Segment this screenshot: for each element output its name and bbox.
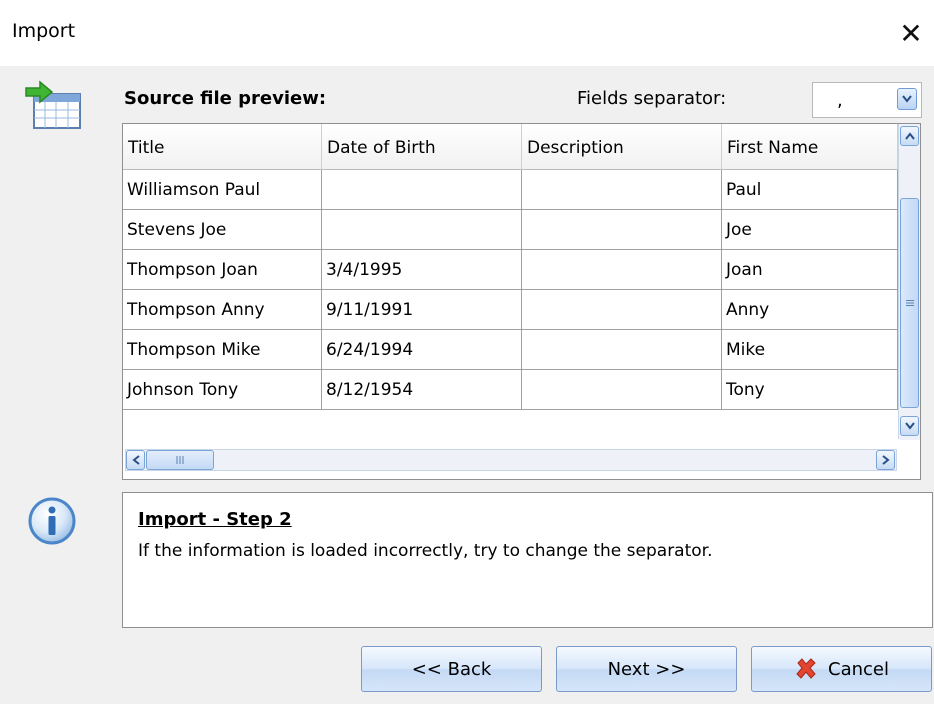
horizontal-scroll-track[interactable] [125,449,897,471]
cell-date-of-birth[interactable]: 6/24/1994 [322,330,522,370]
next-button-label: Next >> [607,658,686,680]
fields-separator-select[interactable]: , [812,82,922,118]
cell-date-of-birth[interactable]: 8/12/1954 [322,370,522,410]
cell-date-of-birth[interactable] [322,210,522,250]
table-row[interactable]: Williamson Paul Paul [123,170,898,210]
chevron-up-icon [904,132,915,140]
cancel-button-label: Cancel [828,658,889,680]
cell-first-name[interactable]: Anny [722,290,898,330]
cell-description[interactable] [522,210,722,250]
cell-date-of-birth[interactable]: 3/4/1995 [322,250,522,290]
table-row[interactable]: Thompson Joan 3/4/1995 Joan [123,250,898,290]
preview-grid[interactable]: Title Date of Birth Description First Na… [122,123,921,480]
cell-first-name[interactable]: Mike [722,330,898,370]
chevron-right-icon [881,455,890,465]
info-icon [28,497,76,545]
cell-date-of-birth[interactable] [322,170,522,210]
cancel-button[interactable]: Cancel [751,646,932,692]
scroll-up-button[interactable] [900,126,919,146]
table-row[interactable]: Stevens Joe Joe [123,210,898,250]
cell-title[interactable]: Thompson Mike [123,330,322,370]
cell-description[interactable] [522,370,722,410]
table-row[interactable]: Thompson Mike 6/24/1994 Mike [123,330,898,370]
cell-description[interactable] [522,250,722,290]
import-table-icon [25,80,81,129]
grip-icon [905,300,914,306]
cell-title[interactable]: Johnson Tony [123,370,322,410]
column-header-description[interactable]: Description [522,124,722,170]
horizontal-scroll-thumb[interactable] [146,450,214,470]
column-header-first-name[interactable]: First Name [722,124,898,170]
table-row[interactable]: Johnson Tony 8/12/1954 Tony [123,370,898,410]
close-icon: ✕ [899,16,923,50]
scroll-down-button[interactable] [900,416,919,436]
cell-first-name[interactable]: Tony [722,370,898,410]
fields-separator-label: Fields separator: [577,88,727,109]
grid-rows: Williamson Paul Paul Stevens Joe Joe Tho… [123,170,898,410]
cancel-x-icon [796,658,816,679]
title-bar: Import ✕ [0,0,934,66]
cell-first-name[interactable]: Joan [722,250,898,290]
back-button[interactable]: << Back [361,646,542,692]
scroll-left-button[interactable] [126,450,145,470]
info-title: Import - Step 2 [138,509,292,530]
chevron-left-icon [131,455,140,465]
grip-icon [176,456,184,464]
cell-first-name[interactable]: Joe [722,210,898,250]
cell-title[interactable]: Stevens Joe [123,210,322,250]
grid-header: Title Date of Birth Description First Na… [123,124,898,170]
cell-title[interactable]: Williamson Paul [123,170,322,210]
window-title: Import [12,20,76,42]
info-panel: Import - Step 2 If the information is lo… [122,492,933,628]
separator-value: , [837,90,843,111]
column-header-date-of-birth[interactable]: Date of Birth [322,124,522,170]
source-preview-label: Source file preview: [124,88,327,109]
vertical-scroll-thumb[interactable] [900,198,919,408]
table-row[interactable]: Thompson Anny 9/11/1991 Anny [123,290,898,330]
column-header-title[interactable]: Title [123,124,322,170]
scroll-right-button[interactable] [876,450,895,470]
cell-date-of-birth[interactable]: 9/11/1991 [322,290,522,330]
close-button[interactable]: ✕ [888,8,934,58]
chevron-down-icon[interactable] [897,88,917,110]
cell-description[interactable] [522,170,722,210]
horizontal-scrollbar[interactable] [123,439,900,479]
back-button-label: << Back [411,658,492,680]
cell-description[interactable] [522,330,722,370]
cell-title[interactable]: Thompson Anny [123,290,322,330]
chevron-down-icon [904,422,915,430]
info-text: If the information is loaded incorrectly… [138,541,713,561]
next-button[interactable]: Next >> [556,646,737,692]
cell-first-name[interactable]: Paul [722,170,898,210]
vertical-scrollbar[interactable] [898,124,920,440]
cell-description[interactable] [522,290,722,330]
cell-title[interactable]: Thompson Joan [123,250,322,290]
